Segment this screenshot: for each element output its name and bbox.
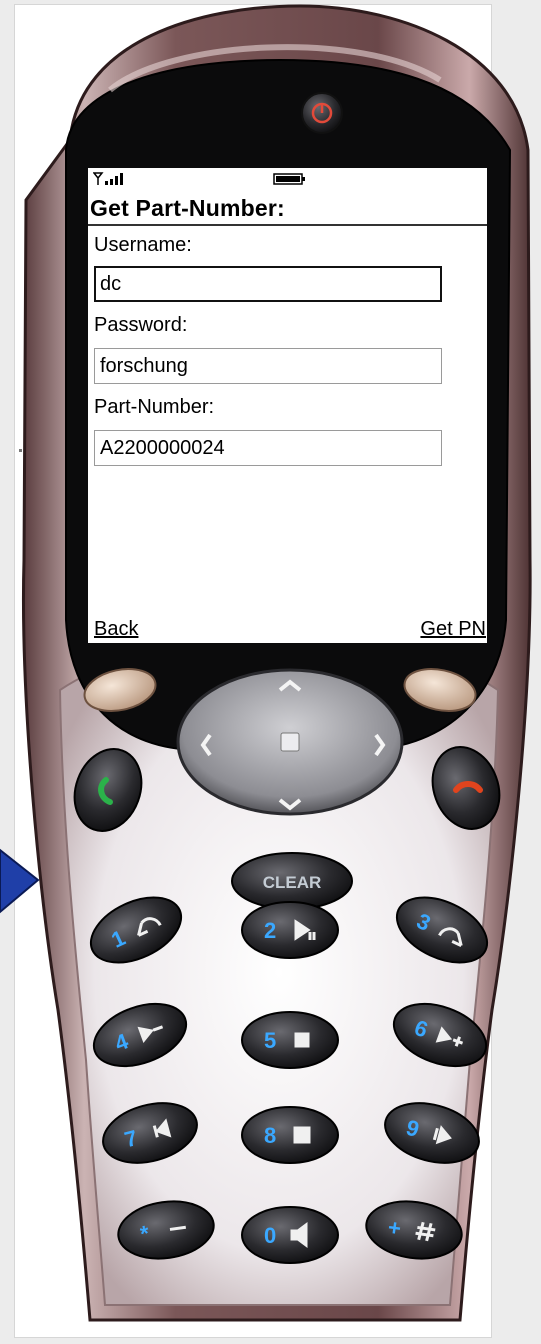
- grid-icon: [293, 1126, 311, 1144]
- key-3-button[interactable]: 3: [387, 884, 498, 975]
- key-digit-label: 0: [264, 1223, 276, 1248]
- key-digit-label: 2: [264, 918, 276, 943]
- key-0-button[interactable]: 0: [241, 1206, 339, 1264]
- keypad: 1 2 3 4 5 6 7 8 9 * 0 +: [81, 884, 498, 1265]
- key-star-button[interactable]: *: [115, 1196, 218, 1265]
- key-digit-label: 5: [264, 1028, 276, 1053]
- key-4-button[interactable]: 4: [85, 992, 194, 1077]
- key-plus-button[interactable]: +: [363, 1196, 466, 1265]
- key-8-button[interactable]: 8: [241, 1106, 339, 1164]
- key-9-button[interactable]: 9: [378, 1094, 485, 1173]
- key-1-button[interactable]: 1: [81, 884, 192, 975]
- key-6-button[interactable]: 6: [385, 992, 494, 1077]
- key-7-button[interactable]: 7: [96, 1094, 203, 1173]
- key-digit-label: 8: [264, 1123, 276, 1148]
- key-5-button[interactable]: 5: [241, 1011, 339, 1069]
- key-2-button[interactable]: 2: [241, 901, 339, 959]
- stop-icon: [294, 1032, 310, 1048]
